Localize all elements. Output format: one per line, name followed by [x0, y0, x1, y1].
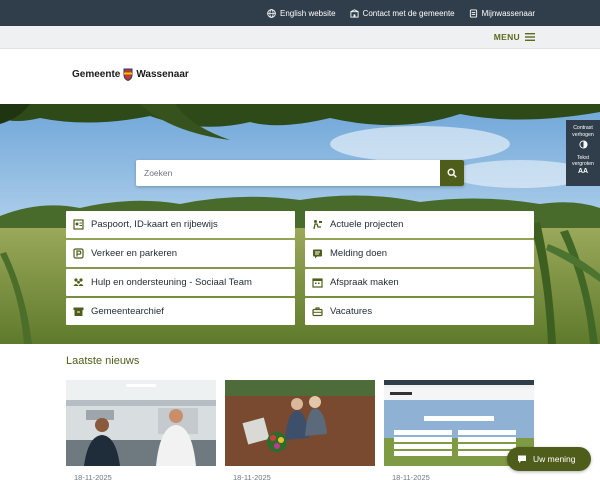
tile-melding[interactable]: Melding doen [305, 240, 534, 267]
tile-verkeer[interactable]: Verkeer en parkeren [66, 240, 295, 267]
briefcase-icon [312, 307, 323, 317]
search-icon [447, 168, 457, 178]
feedback-button[interactable]: Uw mening [507, 447, 591, 471]
search-button[interactable] [440, 160, 464, 186]
tile-gemeentearchief[interactable]: Gemeentearchief [66, 298, 295, 325]
tile-actuele-projecten[interactable]: Actuele projecten [305, 211, 534, 238]
passport-icon [73, 219, 84, 230]
menu-button[interactable]: MENU [494, 32, 535, 42]
accessibility-widget: Contrast verhogen Tekst vergroten AA [566, 120, 600, 186]
archive-icon [73, 307, 84, 316]
news-date: 18-11-2025 [233, 473, 271, 480]
report-icon [313, 249, 322, 259]
tile-paspoort[interactable]: Paspoort, ID-kaart en rijbewijs [66, 211, 295, 238]
contrast-toggle[interactable]: Contrast verhogen [566, 125, 600, 155]
tile-hulp[interactable]: Hulp en ondersteuning - Sociaal Team [66, 269, 295, 296]
tile-label: Verkeer en parkeren [91, 248, 178, 259]
news-image-lab [66, 380, 216, 466]
tile-label: Actuele projecten [330, 219, 404, 230]
contact-label: Contact met de gemeente [362, 8, 455, 18]
tile-label: Paspoort, ID-kaart en rijbewijs [91, 219, 218, 230]
news-card[interactable]: 18-11-2025 [66, 380, 216, 480]
quick-links: Paspoort, ID-kaart en rijbewijs Actuele … [66, 211, 534, 325]
english-website-label: English website [279, 8, 336, 18]
search-bar [136, 160, 464, 186]
hero: Paspoort, ID-kaart en rijbewijs Actuele … [0, 104, 600, 344]
header: Gemeente Wassenaar [0, 49, 600, 104]
logo-text-part2: Wassenaar [136, 69, 189, 80]
news-date: 18-11-2025 [74, 473, 112, 480]
people-icon [73, 278, 84, 286]
english-website-link[interactable]: English website [267, 9, 336, 18]
workers-icon [313, 220, 322, 230]
parking-icon [73, 248, 84, 259]
tile-vacatures[interactable]: Vacatures [305, 298, 534, 325]
tile-label: Gemeentearchief [91, 306, 164, 317]
globe-icon [267, 8, 276, 18]
text-size-label-2: vergroten [572, 161, 594, 167]
login-icon [469, 8, 477, 18]
menu-bar: MENU [0, 26, 600, 49]
tile-label: Melding doen [330, 248, 388, 259]
contact-link[interactable]: Contact met de gemeente [350, 9, 455, 18]
calendar-icon [312, 278, 323, 288]
mijnwassenaar-label: Mijnwassenaar [481, 8, 535, 18]
contrast-label-2: verhogen [572, 131, 594, 138]
news-heading: Laatste nieuws [66, 355, 140, 367]
text-size-icon: AA [577, 167, 589, 175]
tile-label: Hulp en ondersteuning - Sociaal Team [91, 277, 252, 288]
news-image-memorial [225, 380, 375, 466]
coat-of-arms-icon [123, 68, 133, 81]
logo-text-part1: Gemeente [72, 69, 121, 80]
hamburger-icon [525, 33, 535, 41]
tile-label: Vacatures [330, 306, 373, 317]
mijnwassenaar-link[interactable]: Mijnwassenaar [469, 9, 535, 18]
text-size-toggle[interactable]: Tekst vergroten AA [566, 155, 600, 176]
news-cards: 18-11-2025 18-11-2025 18-11-2025 [66, 380, 534, 480]
building-icon [350, 8, 359, 18]
utility-bar: English website Contact met de gemeente … [0, 0, 600, 26]
search-input[interactable] [136, 160, 440, 186]
tile-afspraak[interactable]: Afspraak maken [305, 269, 534, 296]
feedback-label: Uw mening [533, 454, 576, 464]
tile-label: Afspraak maken [330, 277, 399, 288]
site-logo[interactable]: Gemeente Wassenaar [72, 68, 189, 81]
news-card[interactable]: 18-11-2025 [225, 380, 375, 480]
contrast-icon [578, 140, 588, 149]
menu-label: MENU [493, 32, 520, 42]
news-date: 18-11-2025 [392, 473, 430, 480]
chat-icon [518, 455, 526, 463]
